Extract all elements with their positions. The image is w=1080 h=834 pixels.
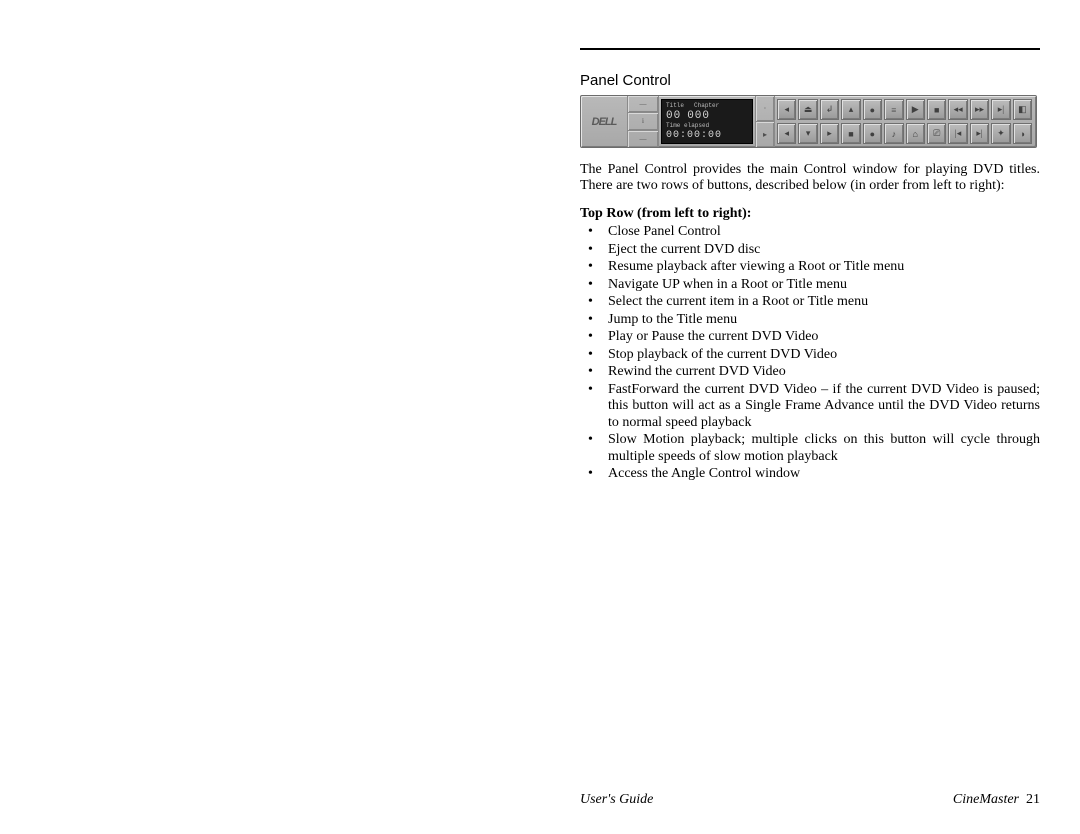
bottom-button-11: ✦: [991, 123, 1010, 144]
title-menu-icon: ≡: [884, 99, 903, 120]
rewind-icon: ◂◂: [948, 99, 967, 120]
lcd-title-label: Title: [666, 102, 684, 109]
bottom-button-5: ●: [863, 123, 882, 144]
list-item: Stop playback of the current DVD Video: [580, 347, 1040, 364]
select-icon: ●: [863, 99, 882, 120]
dvd-panel-control: DELL — i — Title Chapter 00 000 Time ela…: [580, 95, 1037, 148]
close-icon: ◂: [777, 99, 796, 120]
list-item: Select the current item in a Root or Tit…: [580, 294, 1040, 311]
play-pause-icon: ▶: [906, 99, 925, 120]
panel-side-buttons: — i —: [628, 96, 659, 147]
bottom-button-3: ▸: [820, 123, 839, 144]
top-rule: [580, 48, 1040, 50]
side-button-bottom: —: [628, 131, 658, 147]
bottom-button-10: ▸|: [970, 123, 989, 144]
lcd-elapsed-label: Time elapsed: [666, 122, 748, 129]
list-item: Close Panel Control: [580, 224, 1040, 241]
page-number: 21: [1026, 792, 1040, 807]
bottom-button-12: ◑: [1013, 123, 1032, 144]
stop-icon: ■: [927, 99, 946, 120]
resume-icon: ↲: [820, 99, 839, 120]
panel-button-grid: ◂ ⏏ ↲ ▴ ● ≡ ▶ ■ ◂◂ ▸▸ ▸| ◧ ◂ ▾ ▸ ■ ● ♪ ⌂: [775, 96, 1036, 147]
panel-mini-column: · ▸: [755, 96, 775, 147]
list-item: Jump to the Title menu: [580, 312, 1040, 329]
bottom-button-4: ■: [841, 123, 860, 144]
up-icon: ▴: [841, 99, 860, 120]
bottom-button-6: ♪: [884, 123, 903, 144]
list-item: Eject the current DVD disc: [580, 242, 1040, 259]
lcd-chapter-digits: 000: [687, 110, 710, 122]
list-item: Navigate UP when in a Root or Title menu: [580, 277, 1040, 294]
lcd-chapter-label: Chapter: [694, 102, 719, 109]
lcd-elapsed-digits: 00:00:00: [666, 130, 748, 141]
top-row-heading: Top Row (from left to right):: [580, 206, 1040, 222]
fast-forward-icon: ▸▸: [970, 99, 989, 120]
page-content: Panel Control DELL — i — Title Chapter 0…: [580, 48, 1040, 484]
list-item: FastForward the current DVD Video – if t…: [580, 382, 1040, 432]
angle-icon: ◧: [1013, 99, 1032, 120]
page-footer: User's Guide CineMaster 21: [580, 792, 1040, 808]
intro-paragraph: The Panel Control provides the main Cont…: [580, 162, 1040, 194]
lcd-title-digits: 00: [666, 110, 681, 122]
bottom-button-1: ◂: [777, 123, 796, 144]
footer-left: User's Guide: [580, 792, 653, 808]
list-item: Resume playback after viewing a Root or …: [580, 259, 1040, 276]
bottom-button-9: |◂: [948, 123, 967, 144]
mini-button-top: ·: [756, 96, 774, 122]
bottom-button-2: ▾: [798, 123, 817, 144]
bottom-button-8: ⎚: [927, 123, 946, 144]
list-item: Slow Motion playback; multiple clicks on…: [580, 432, 1040, 465]
list-item: Play or Pause the current DVD Video: [580, 329, 1040, 346]
info-icon: i: [628, 113, 658, 130]
slow-motion-icon: ▸|: [991, 99, 1010, 120]
play-icon: ▸: [756, 122, 774, 147]
eject-icon: ⏏: [798, 99, 817, 120]
panel-lcd: Title Chapter 00 000 Time elapsed 00:00:…: [661, 99, 753, 144]
footer-doc-name: CineMaster: [953, 792, 1019, 807]
list-item: Access the Angle Control window: [580, 466, 1040, 483]
side-button-top: —: [628, 96, 658, 113]
top-row-list: Close Panel Control Eject the current DV…: [580, 224, 1040, 483]
section-title: Panel Control: [580, 72, 1040, 89]
dell-logo: DELL: [581, 96, 628, 147]
bottom-button-7: ⌂: [906, 123, 925, 144]
footer-right: CineMaster 21: [953, 792, 1040, 808]
list-item: Rewind the current DVD Video: [580, 364, 1040, 381]
